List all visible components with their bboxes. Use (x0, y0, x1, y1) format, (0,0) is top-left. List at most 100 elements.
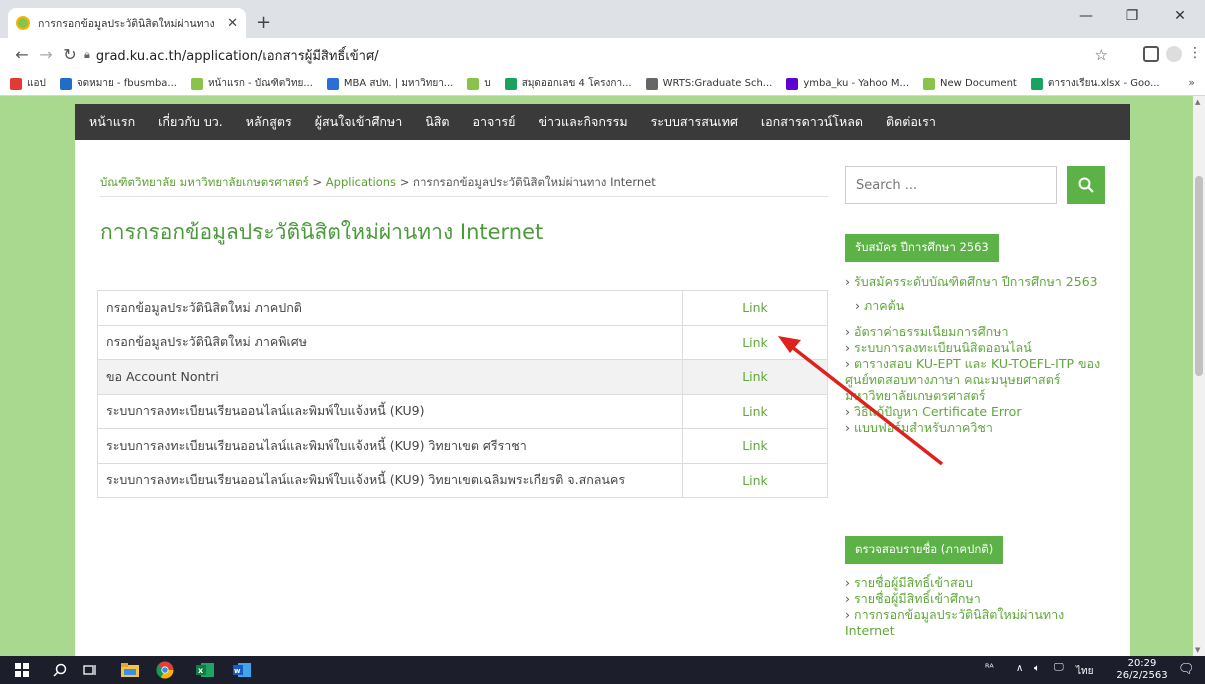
sidebar-link-label: รับสมัครระดับบัณฑิตศึกษา ปีการศึกษา 2563 (854, 274, 1098, 289)
row-link[interactable]: Link (682, 393, 828, 429)
nav-item[interactable]: หน้าแรก (89, 112, 135, 132)
browser-tab-strip: การกรอกข้อมูลประวัตินิสิตใหม่ผ่านทาง ✕ +… (0, 0, 1205, 38)
chevron-right-icon: › (845, 591, 850, 606)
bookmark-label: WRTS:Graduate Sch... (662, 78, 773, 89)
chevron-right-icon: › (845, 340, 850, 355)
row-link[interactable]: Link (682, 462, 828, 498)
search-icon[interactable] (50, 660, 70, 680)
back-icon[interactable]: ← (12, 45, 32, 64)
network-icon[interactable]: 🖵︎ (1054, 662, 1064, 673)
nav-item[interactable]: ข่าวและกิจกรรม (538, 112, 627, 132)
forward-icon[interactable]: → (36, 45, 56, 64)
bookmark-item[interactable]: ตารางเรียน.xlsx - Goo... (1030, 76, 1160, 91)
sidebar-link[interactable]: › รายชื่อผู้มีสิทธิ์เข้าสอบ (845, 575, 1105, 591)
close-tab-icon[interactable]: ✕ (227, 16, 238, 31)
breadcrumb-home-link[interactable]: บัณฑิตวิทยาลัย มหาวิทยาลัยเกษตรศาสตร์ (100, 175, 309, 189)
scroll-down-icon[interactable]: ▼ (1195, 646, 1200, 654)
row-label: ระบบการลงทะเบียนเรียนออนไลน์และพิมพ์ใบแจ… (97, 462, 683, 498)
sidebar-link-label: ระบบการลงทะเบียนนิสิตออนไลน์ (854, 340, 1032, 355)
file-explorer-icon[interactable] (120, 660, 140, 680)
nav-item[interactable]: อาจารย์ (473, 112, 516, 132)
chevron-right-icon: › (845, 420, 850, 435)
bookmark-favicon-icon (10, 77, 22, 90)
row-link[interactable]: Link (682, 324, 828, 360)
clock-time[interactable]: 20:29 (1122, 658, 1162, 669)
breadcrumb-applications-link[interactable]: Applications (326, 175, 396, 189)
clock-date[interactable]: 26/2/2563 (1112, 670, 1172, 681)
scrollbar-thumb[interactable] (1195, 176, 1203, 376)
nav-item[interactable]: หลักสูตร (246, 112, 292, 132)
new-tab-icon[interactable]: + (256, 12, 271, 33)
search-input[interactable] (845, 166, 1057, 204)
sidebar-link-label: รายชื่อผู้มีสิทธิ์เข้าศึกษา (854, 591, 981, 606)
chevron-right-icon: › (845, 324, 850, 339)
main-content: บัณฑิตวิทยาลัย มหาวิทยาลัยเกษตรศาสตร์ > … (75, 140, 1130, 656)
browser-tab[interactable]: การกรอกข้อมูลประวัตินิสิตใหม่ผ่านทาง ✕ (8, 8, 246, 38)
bookmark-item[interactable]: จดหมาย - fbusmba... (59, 76, 177, 91)
bookmark-star-icon[interactable]: ☆ (1095, 46, 1108, 64)
bookmark-item[interactable]: แอป (10, 76, 46, 91)
table-row: กรอกข้อมูลประวัตินิสิตใหม่ ภาคปกติ Link (97, 290, 828, 326)
minimize-icon[interactable]: — (1064, 8, 1108, 24)
row-link[interactable]: Link (682, 290, 828, 326)
chevron-right-icon: › (845, 404, 850, 419)
window-close-icon[interactable]: ✕ (1158, 8, 1202, 24)
nav-item[interactable]: ติดต่อเรา (886, 112, 936, 132)
sidebar-link[interactable]: › การกรอกข้อมูลประวัตินิสิตใหม่ผ่านทาง In… (845, 607, 1105, 639)
reload-icon[interactable]: ↻ (60, 45, 80, 64)
nav-item[interactable]: เกี่ยวกับ บว. (158, 112, 223, 132)
input-language[interactable]: ไทย (1076, 664, 1093, 679)
row-label: กรอกข้อมูลประวัตินิสิตใหม่ ภาคพิเศษ (97, 324, 683, 360)
profile-avatar-icon[interactable] (1166, 46, 1182, 62)
bookmark-item[interactable]: WRTS:Graduate Sch... (645, 77, 773, 90)
page-scrollbar[interactable]: ▲ ▼ (1193, 96, 1205, 656)
task-view-icon[interactable] (80, 660, 100, 680)
bookmark-label: ตารางเรียน.xlsx - Goo... (1047, 78, 1160, 89)
sidebar-link[interactable]: › ภาคต้น (845, 298, 1105, 314)
chevron-right-icon: › (845, 575, 850, 590)
nav-item[interactable]: เอกสารดาวน์โหลด (761, 112, 863, 132)
bookmark-item[interactable]: สมุดออกเลข 4 โครงกา... (504, 76, 632, 91)
sidebar-link[interactable]: › แบบฟอร์มสำหรับภาควิชา (845, 420, 1105, 436)
chrome-menu-icon[interactable]: ⋮ (1185, 45, 1205, 61)
excel-icon[interactable]: x (195, 660, 215, 680)
sidebar-link-label: การกรอกข้อมูลประวัตินิสิตใหม่ผ่านทาง Int… (845, 607, 1065, 638)
nav-item[interactable]: นิสิต (425, 112, 449, 132)
main-nav: หน้าแรก เกี่ยวกับ บว. หลักสูตร ผู้สนใจเข้าศ… (75, 104, 1130, 140)
restore-icon[interactable]: ❐ (1110, 8, 1154, 24)
sidebar-admission-list: › รับสมัครระดับบัณฑิตศึกษา ปีการศึกษา 256… (845, 274, 1105, 436)
people-icon[interactable]: ᴿᴬ (985, 663, 994, 674)
sidebar-link[interactable]: › ระบบการลงทะเบียนนิสิตออนไลน์ (845, 340, 1105, 356)
row-link[interactable]: Link (682, 428, 828, 464)
row-link[interactable]: Link (682, 359, 828, 395)
sidebar-link[interactable]: › รับสมัครระดับบัณฑิตศึกษา ปีการศึกษา 256… (845, 274, 1105, 290)
scroll-up-icon[interactable]: ▲ (1195, 98, 1200, 106)
bookmark-item[interactable]: บ (467, 76, 491, 91)
tray-chevron-icon[interactable]: ∧ (1016, 663, 1023, 674)
chevron-right-icon: › (845, 607, 850, 622)
windows-start-icon[interactable] (12, 660, 32, 680)
word-icon[interactable]: w (232, 660, 252, 680)
sidebar-link[interactable]: › อัตราค่าธรรมเนียมการศึกษา (845, 324, 1105, 340)
volume-icon[interactable]: 🔈︎ (1034, 663, 1040, 674)
bookmarks-overflow-icon[interactable]: » (1188, 76, 1195, 89)
notification-icon[interactable]: 🗨︎ (1178, 662, 1195, 677)
browser-toolbar: ← → ↻ 🔒︎ grad.ku.ac.th/application/เอกสา… (0, 38, 1205, 72)
bookmark-item[interactable]: MBA สปท. | มหาวิทยา... (326, 76, 453, 91)
sidebar-link[interactable]: › ตารางสอบ KU-EPT และ KU-TOEFL-ITP ของศูน… (845, 356, 1105, 404)
table-row: ขอ Account Nontri Link (97, 359, 828, 395)
chrome-icon[interactable] (155, 660, 175, 680)
bookmark-item[interactable]: หน้าแรก - บัณฑิตวิทย... (190, 76, 313, 91)
search-button[interactable] (1067, 166, 1105, 204)
address-bar[interactable]: 🔒︎ grad.ku.ac.th/application/เอกสารผู้มี… (84, 43, 1108, 67)
sidebar-link[interactable]: › วิธีแก้ปัญหา Certificate Error (845, 404, 1105, 420)
bookmark-item[interactable]: New Document (923, 77, 1017, 90)
sidebar-section-check-title: ตรวจสอบรายชื่อ (ภาคปกติ) (845, 536, 1004, 564)
sidebar-check-list: › รายชื่อผู้มีสิทธิ์เข้าสอบ › รายชื่อผู้มีส… (845, 575, 1105, 639)
sidebar-link[interactable]: › รายชื่อผู้มีสิทธิ์เข้าศึกษา (845, 591, 1105, 607)
nav-item[interactable]: ผู้สนใจเข้าศึกษา (315, 112, 403, 132)
bookmark-item[interactable]: ymba_ku - Yahoo M... (786, 77, 909, 90)
bookmark-favicon-icon (786, 77, 799, 90)
extension-icon[interactable] (1143, 46, 1159, 62)
nav-item[interactable]: ระบบสารสนเทศ (651, 112, 738, 132)
